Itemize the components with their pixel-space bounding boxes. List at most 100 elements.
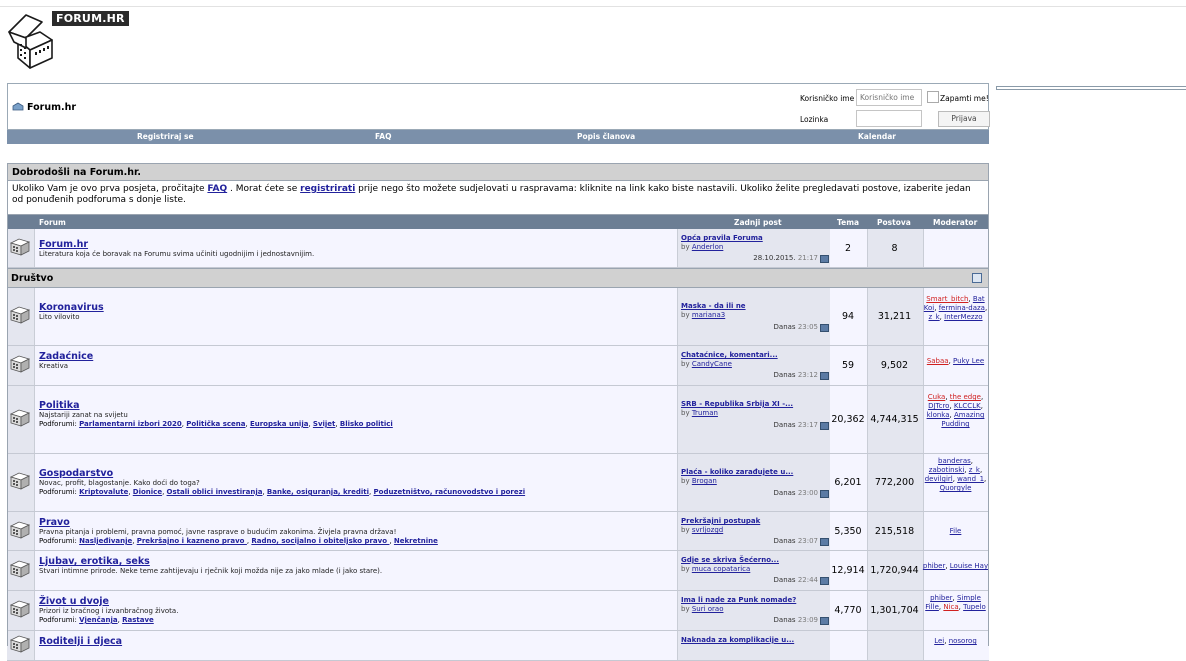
password-input[interactable] [856, 110, 922, 127]
subforum-link[interactable]: Blisko politici [340, 420, 393, 428]
breadcrumb[interactable]: Forum.hr [12, 102, 76, 113]
forum-row[interactable]: Gospodarstvo Novac, profit, blagostanje. … [7, 454, 989, 512]
forum-row[interactable]: Ljubav, erotika, seks Stvari intimne prir… [7, 551, 989, 591]
moderator-link[interactable]: nosorog [949, 637, 977, 645]
subforum-link[interactable]: Nekretnine [394, 537, 438, 545]
subforum-link[interactable]: Dionice [133, 488, 162, 496]
username-input[interactable] [856, 89, 922, 106]
go-to-last-post-icon[interactable] [820, 538, 829, 546]
go-to-last-post-icon[interactable] [820, 324, 829, 332]
moderator-link[interactable]: Louise Hay [950, 562, 988, 570]
moderator-link[interactable]: DJTcro [928, 402, 949, 410]
subforum-link[interactable]: Radno, socijalno i obiteljsko pravo [251, 537, 389, 545]
moderator-link[interactable]: z_k [928, 313, 939, 321]
last-post-title[interactable]: Maska - da ili ne [681, 302, 746, 311]
subforum-link[interactable]: Prekršajno i kazneno pravo [137, 537, 247, 545]
moderator-link[interactable]: Puky Lee [953, 357, 984, 365]
forum-row[interactable]: Zadaćnice Kreativa Chataćnice, komentari..… [7, 346, 989, 386]
remember-checkbox[interactable] [927, 91, 939, 103]
last-post-title[interactable]: SRB - Republika Srbija XI -... [681, 400, 793, 409]
moderator-link[interactable]: KLCCLK [954, 402, 981, 410]
subforum-link[interactable]: Poduzetništvo, računovodstvo i porezi [374, 488, 526, 496]
by-label: by [681, 565, 692, 573]
last-post-user-link[interactable]: CandyCane [692, 360, 732, 368]
menu-register[interactable]: Registriraj se [137, 132, 194, 141]
subforum-link[interactable]: Rastave [122, 616, 154, 624]
moderator-link[interactable]: Tupelo [963, 603, 986, 611]
subforum-link[interactable]: Nasljeđivanje [79, 537, 132, 545]
last-post-user-link[interactable]: Anderlon [692, 243, 724, 251]
moderator-link[interactable]: Nica [943, 603, 958, 611]
moderator-link[interactable]: Lei [934, 637, 944, 645]
register-link[interactable]: registrirati [300, 184, 355, 194]
last-post-user-link[interactable]: Truman [692, 409, 718, 417]
moderator-link[interactable]: devilgirl [925, 475, 953, 483]
collapse-icon[interactable] [972, 273, 982, 283]
forum-logo[interactable]: FORUM.HR [6, 10, 129, 70]
category-title[interactable]: Društvo [11, 273, 53, 284]
last-post-title[interactable]: Chataćnice, komentari... [681, 351, 778, 360]
last-post-title[interactable]: Prekršajni postupak [681, 517, 760, 526]
last-post-user-link[interactable]: Brogan [692, 477, 717, 485]
go-to-last-post-icon[interactable] [820, 617, 829, 625]
go-to-last-post-icon[interactable] [820, 422, 829, 430]
go-to-last-post-icon[interactable] [820, 490, 829, 498]
last-post-title[interactable]: Opća pravila Foruma [681, 234, 763, 243]
moderator-link[interactable]: Quorgyle [940, 484, 972, 492]
go-to-last-post-icon[interactable] [820, 577, 829, 585]
subforum-link[interactable]: Europska unija [250, 420, 309, 428]
forum-title-link[interactable]: Politika [39, 400, 393, 411]
moderator-link[interactable]: Sabaa [927, 357, 949, 365]
moderator-link[interactable]: the edge [950, 393, 981, 401]
moderator-link[interactable]: File [950, 527, 962, 535]
moderator-link[interactable]: Smart_bitch [926, 295, 968, 303]
last-post-user-link[interactable]: Suri orao [692, 605, 724, 613]
subforum-link[interactable]: Vjenčanja [79, 616, 118, 624]
forum-title-link[interactable]: Gospodarstvo [39, 468, 525, 479]
moderator-link[interactable]: phiber [923, 562, 945, 570]
moderator-link[interactable]: phiber [930, 594, 952, 602]
login-button[interactable]: Prijava [938, 111, 990, 127]
subforum-link[interactable]: Banke, osiguranja, krediti [267, 488, 369, 496]
forum-row[interactable]: Koronavirus Lito vilovito Maska - da ili n… [7, 288, 989, 346]
last-post-user-link[interactable]: muca copatarica [692, 565, 750, 573]
last-post-title[interactable]: Gdje se skriva Šećerno... [681, 556, 779, 565]
forum-title-link[interactable]: Koronavirus [39, 302, 104, 313]
last-post-title[interactable]: Ima li nade za Punk nomade? [681, 596, 796, 605]
forum-row[interactable]: Život u dvoje Prizori iz bračnog i izvanb… [7, 591, 989, 631]
forum-row[interactable]: Roditelji i djeca Naknada za komplikacije… [7, 631, 989, 661]
go-to-last-post-icon[interactable] [820, 255, 829, 263]
moderator-link[interactable]: zabotinski [929, 466, 964, 474]
forum-row[interactable]: Pravo Pravna pitanja i problemi, pravna p… [7, 512, 989, 551]
forum-title-link[interactable]: Forum.hr [39, 239, 314, 250]
forum-title-link[interactable]: Pravo [39, 517, 438, 528]
go-to-last-post-icon[interactable] [820, 372, 829, 380]
forum-title-link[interactable]: Život u dvoje [39, 596, 178, 607]
moderator-link[interactable]: Cuka [928, 393, 946, 401]
faq-link[interactable]: FAQ [207, 184, 227, 194]
moderator-link[interactable]: z_k [969, 466, 980, 474]
forum-row[interactable]: Forum.hr Literatura koja će boravak na Fo… [7, 229, 989, 268]
last-post-user-link[interactable]: mariana3 [692, 311, 725, 319]
moderator-link[interactable]: klonka [927, 411, 950, 419]
forum-title-link[interactable]: Roditelji i djeca [39, 636, 122, 647]
subforum-link[interactable]: Ostali oblici investiranja [167, 488, 263, 496]
last-post-title[interactable]: Plaća - koliko zarađujete u... [681, 468, 793, 477]
subforum-link[interactable]: Kriptovalute [79, 488, 128, 496]
forum-row[interactable]: Politika Najstariji zanat na svijetu Podfo… [7, 386, 989, 454]
subforum-link[interactable]: Parlamentarni izbori 2020 [79, 420, 182, 428]
moderator-link[interactable]: banderas [938, 457, 971, 465]
last-post-title[interactable]: Naknada za komplikacije u... [681, 636, 794, 645]
menu-calendar[interactable]: Kalendar [858, 132, 896, 141]
subforum-link[interactable]: Svijet [313, 420, 336, 428]
moderator-link[interactable]: wand_1 [957, 475, 984, 483]
last-post-user-link[interactable]: svrljozgd [692, 526, 723, 534]
menu-faq[interactable]: FAQ [375, 132, 391, 141]
forum-title-link[interactable]: Zadaćnice [39, 351, 93, 362]
subforum-link[interactable]: Politička scena [186, 420, 245, 428]
subforums-label: Podforumi: [39, 420, 80, 428]
forum-title-link[interactable]: Ljubav, erotika, seks [39, 556, 382, 567]
moderator-link[interactable]: fermina-daza [939, 304, 985, 312]
menu-members[interactable]: Popis članova [577, 132, 635, 141]
moderator-link[interactable]: InterMezzo [944, 313, 982, 321]
